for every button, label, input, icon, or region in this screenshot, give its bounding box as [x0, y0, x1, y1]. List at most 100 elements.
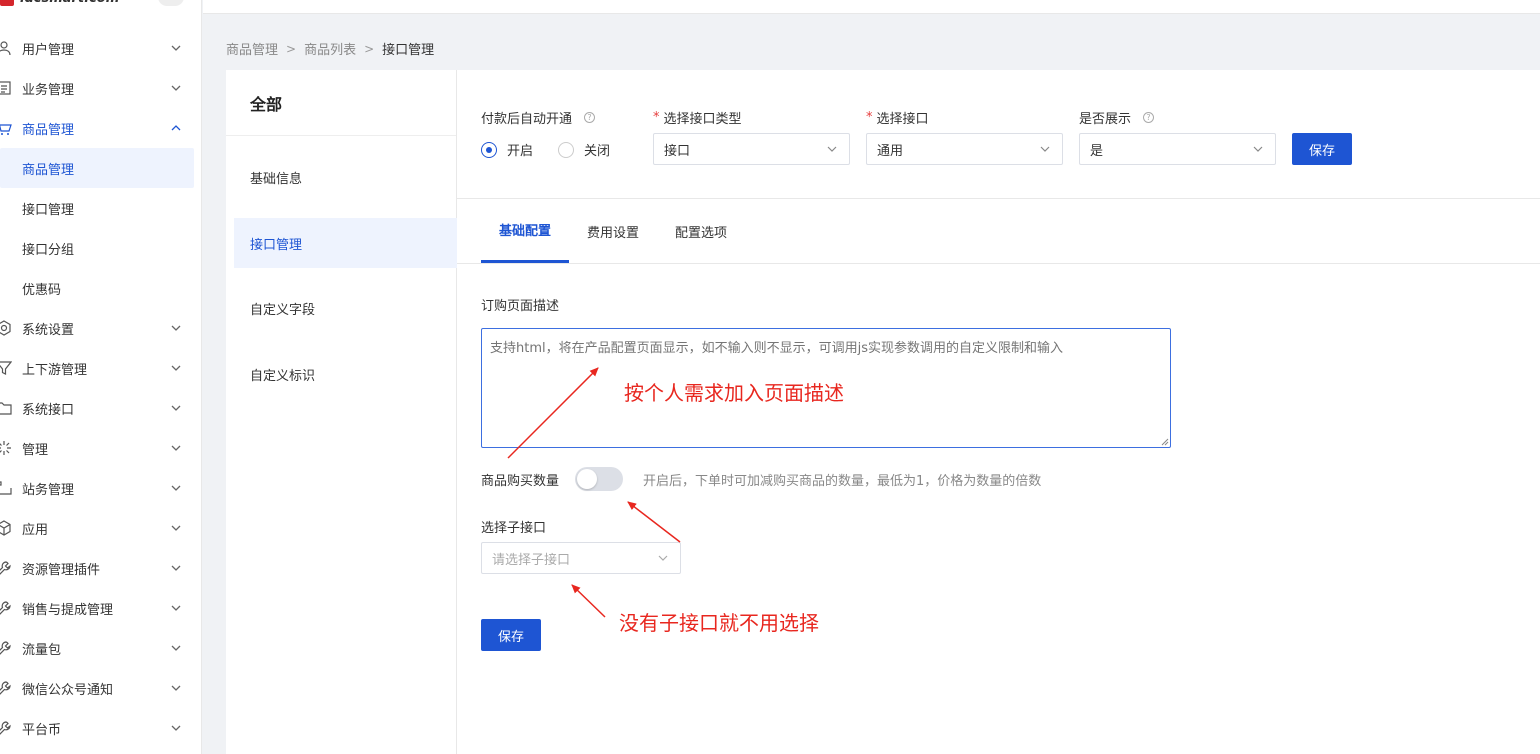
sidebar-item-manage[interactable]: 管理	[0, 428, 202, 468]
wrench-icon	[0, 601, 11, 615]
sidebar-item-label: 资源管理插件	[22, 562, 101, 578]
chevron-down-icon	[171, 525, 181, 531]
section-nav-panel: 全部 基础信息 接口管理 自定义字段 自定义标识	[226, 70, 457, 754]
breadcrumb: 商品管理 > 商品列表 > 接口管理	[226, 39, 435, 59]
sidebar-item-product-mgmt[interactable]: 商品管理	[0, 108, 202, 148]
sidebar-subitem-coupon[interactable]: 优惠码	[0, 268, 202, 308]
sidebar-item-label: 上下游管理	[22, 362, 88, 378]
toggle-knob	[577, 469, 597, 489]
chevron-down-icon	[171, 685, 181, 691]
breadcrumb-item[interactable]: 商品管理	[226, 39, 278, 58]
sidebar-subitem-product-mgmt[interactable]: 商品管理	[0, 148, 194, 188]
buy-qty-toggle[interactable]	[575, 467, 623, 491]
tab-custom-tags[interactable]: 自定义标识	[234, 349, 457, 399]
sidebar-subitem-label: 优惠码	[22, 282, 62, 298]
breadcrumb-separator-icon: >	[364, 41, 375, 56]
sidebar-item-label: 系统接口	[22, 402, 75, 418]
help-icon[interactable]: ?	[1143, 112, 1155, 123]
sidebar-subitem-label: 接口分组	[22, 242, 75, 258]
radio-dot	[481, 141, 497, 158]
sidebar-item-label: 站务管理	[22, 482, 75, 498]
tab-custom-fields[interactable]: 自定义字段	[234, 283, 457, 333]
sub-interface-label: 选择子接口	[481, 521, 547, 536]
chevron-down-icon	[171, 445, 181, 451]
chevron-down-icon	[171, 85, 181, 91]
sidebar-subitem-interface-group[interactable]: 接口分组	[0, 228, 202, 268]
radio-label: 开启	[507, 144, 534, 159]
chevron-up-icon	[171, 125, 181, 131]
sidebar-item-resource-plugin[interactable]: 资源管理插件	[0, 548, 202, 588]
sidebar-item-sales-commission[interactable]: 销售与提成管理	[0, 588, 202, 628]
select-value: 通用	[877, 143, 904, 159]
auto-open-label: 付款后自动开通 ?	[481, 108, 596, 127]
show-label-text: 是否展示	[1079, 112, 1132, 127]
sidebar-item-upstream-mgmt[interactable]: 上下游管理	[0, 348, 202, 388]
show-select[interactable]: 是	[1079, 133, 1276, 165]
cart-icon	[0, 124, 12, 135]
sidebar-item-wechat-notify[interactable]: 微信公众号通知	[0, 668, 202, 708]
sidebar: idcsmart.com 用户管理 业务管理 商品管理 商品管理 接口管理 接口…	[0, 0, 202, 754]
breadcrumb-item[interactable]: 商品列表	[304, 39, 356, 58]
chevron-down-icon	[658, 555, 668, 561]
tab-config-options[interactable]: 配置选项	[665, 199, 737, 263]
sidebar-item-label: 应用	[22, 522, 49, 538]
interface-settings-row: 付款后自动开通 ? 开启 关闭 * 选择接口类型 接口 * 选择接口 通用 是否展示…	[457, 70, 1540, 199]
auto-open-label-text: 付款后自动开通	[481, 112, 573, 127]
interface-select[interactable]: 通用	[866, 133, 1063, 165]
annotation-desc-note: 按个人需求加入页面描述	[624, 381, 844, 405]
cube-icon	[0, 520, 11, 536]
sub-interface-select[interactable]: 请选择子接口	[481, 542, 681, 574]
chevron-down-icon	[1253, 146, 1263, 152]
sidebar-item-apps[interactable]: 应用	[0, 508, 202, 548]
sidebar-item-label: 流量包	[22, 642, 62, 658]
chevron-down-icon	[171, 405, 181, 411]
sidebar-item-user-mgmt[interactable]: 用户管理	[0, 28, 202, 68]
sidebar-item-traffic-pack[interactable]: 流量包	[0, 628, 202, 668]
radio-auto-open-on[interactable]: 开启	[481, 140, 533, 159]
collapse-toggle[interactable]	[158, 0, 184, 6]
chevron-down-icon	[827, 146, 837, 152]
logo-wordmark: idcsmart.com	[20, 0, 119, 6]
gear-icon	[0, 320, 11, 336]
station-icon	[0, 481, 12, 495]
chevron-down-icon	[171, 45, 181, 51]
buy-qty-hint: 开启后，下单时可加减购买商品的数量，最低为1，价格为数量的倍数	[643, 474, 1042, 489]
breadcrumb-current: 接口管理	[382, 43, 435, 58]
interface-type-label: * 选择接口类型	[653, 110, 742, 127]
logo: idcsmart.com	[0, 0, 202, 14]
sidebar-item-platform-coin[interactable]: 平台币	[0, 708, 202, 748]
select-value: 是	[1090, 143, 1104, 159]
breadcrumb-separator-icon: >	[286, 41, 297, 56]
select-placeholder: 请选择子接口	[492, 552, 571, 568]
tab-basic-info[interactable]: 基础信息	[234, 152, 457, 202]
sidebar-item-business-mgmt[interactable]: 业务管理	[0, 68, 202, 108]
save-config-button[interactable]: 保存	[481, 619, 541, 651]
interface-type-select[interactable]: 接口	[653, 133, 850, 165]
radio-dot	[558, 141, 574, 158]
sidebar-subitem-interface-mgmt[interactable]: 接口管理	[0, 188, 202, 228]
chevron-down-icon	[171, 485, 181, 491]
section-nav-title: 全部	[226, 70, 456, 136]
sidebar-nav: 用户管理 业务管理 商品管理 商品管理 接口管理 接口分组 优惠码 系统设置 上…	[0, 28, 202, 748]
sidebar-item-label: 销售与提成管理	[22, 602, 114, 618]
tab-fee-settings[interactable]: 费用设置	[577, 199, 649, 263]
tab-basic-config[interactable]: 基础配置	[481, 199, 569, 263]
sidebar-item-label: 系统设置	[22, 322, 75, 338]
interface-label-text: 选择接口	[876, 112, 929, 127]
chevron-down-icon	[171, 325, 181, 331]
help-icon[interactable]: ?	[584, 112, 596, 123]
resize-handle-icon[interactable]	[1161, 438, 1169, 446]
filter-icon	[0, 361, 12, 375]
chevron-down-icon	[1040, 146, 1050, 152]
sidebar-item-system-settings[interactable]: 系统设置	[0, 308, 202, 348]
sidebar-item-station-mgmt[interactable]: 站务管理	[0, 468, 202, 508]
main-content: 付款后自动开通 ? 开启 关闭 * 选择接口类型 接口 * 选择接口 通用 是否展示…	[457, 70, 1540, 754]
top-header	[203, 0, 1540, 14]
wrench-icon	[0, 681, 11, 695]
sidebar-item-system-interface[interactable]: 系统接口	[0, 388, 202, 428]
chevron-down-icon	[171, 565, 181, 571]
folder-icon	[0, 402, 12, 415]
tab-interface-mgmt[interactable]: 接口管理	[234, 218, 457, 268]
save-button[interactable]: 保存	[1292, 133, 1352, 165]
radio-auto-open-off[interactable]: 关闭	[558, 140, 610, 159]
